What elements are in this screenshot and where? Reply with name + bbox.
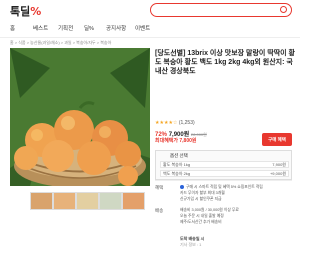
benefit-text: 구매 시 스마트 적립 및 혜택 5% 쇼핑포인트 적립 [186,185,263,189]
seller-rating: 기사 정보 : 1 [180,242,202,247]
product-title: [당도선별] 13brix 이상 맛보장 말랑이 딱딱이 황도 복숭아 황도 백… [155,50,295,75]
seller-info[interactable]: 도착 배송일 시 기사 정보 : 1 [180,236,204,248]
search-icon[interactable] [280,6,287,13]
breadcrumb[interactable]: 홈 > 식품 > 농산물(과일/채소) > 과일 > 복숭아/자두 > 복숭아 [10,40,111,46]
thumbnail-3[interactable] [76,192,99,210]
main-nav: 홈 베스트 기획전 딜% 공지사항 이벤트 [0,22,300,36]
option-price: +9,000원 [269,171,286,176]
shipping-text: 제주/도서산간 추가 배송비 [180,220,222,224]
seller-name: 도착 배송일 시 [180,236,205,241]
benefit-line: 신규가입 시 할인쿠폰 지급 [180,197,222,202]
shipping-text: 배송비 3,000원 / 30,000원 이상 무료 [180,208,239,212]
logo-percent: % [30,5,42,18]
option-price: 7,900원 [272,162,286,167]
nav-item-notice[interactable]: 공지사항 [106,24,126,32]
benefit-text: 카드 무이자 할부 최대 3개월 [180,191,225,195]
shipping-line: 배송비 3,000원 / 30,000원 이상 무료 [180,208,239,213]
option-box: 옵션 선택 황도 복숭아 1kg 7,900원 백도 복숭아 2kg +9,000원 [155,150,292,180]
nav-item-event[interactable]: 이벤트 [135,24,150,32]
divider [155,180,292,181]
thumbnail-4[interactable] [99,192,122,210]
nav-item-exhibition[interactable]: 기획전 [58,24,73,32]
peach-basket-image [10,48,150,186]
shipping-text: 오늘 주문 시 내일 출발 예정 [180,214,224,218]
search-input[interactable] [150,3,292,17]
nav-item-deal[interactable]: 딜% [84,24,94,32]
option-text: 백도 복숭아 2kg [163,171,191,176]
product-main-image[interactable] [10,48,150,186]
thumbnail-2[interactable] [53,192,76,210]
nav-item-best[interactable]: 베스트 [33,24,48,32]
option-text: 황도 복숭아 1kg [163,162,191,167]
shipping-label: 배송 [155,208,164,213]
benefit-line: 구매 시 스마트 적립 및 혜택 5% 쇼핑포인트 적립 [180,185,263,190]
thumbnail-1[interactable] [30,192,53,210]
nav-divider [0,37,300,38]
logo-text: 톡딜 [10,5,31,18]
review-count: (1,253) [178,120,195,126]
option-label: 옵션 선택 [170,153,188,158]
option-row[interactable]: 백도 복숭아 2kg +9,000원 [160,170,289,177]
star-icons: ★★★★☆ [155,120,178,126]
option-row[interactable]: 황도 복숭아 1kg 7,900원 [160,161,289,168]
benefit-label: 혜택 [155,185,164,190]
benefit-line: 카드 무이자 할부 최대 3개월 [180,191,225,196]
nav-item-home[interactable]: 홈 [10,24,15,32]
benefit-button[interactable]: 구매 혜택 [262,133,292,146]
rating-stars[interactable]: ★★★★☆ (1,253) [155,120,195,126]
shipping-line: 오늘 주문 시 내일 출발 예정 [180,214,224,219]
best-price: 최대혜택가 7,800원 [155,138,197,144]
thumbnail-5[interactable] [122,192,145,210]
benefit-dot-icon [180,185,184,189]
shipping-line: 제주/도서산간 추가 배송비 [180,220,222,225]
top-bar: 톡딜% [0,0,300,22]
site-logo[interactable]: 톡딜% [10,3,41,19]
benefit-text: 신규가입 시 할인쿠폰 지급 [180,197,222,201]
